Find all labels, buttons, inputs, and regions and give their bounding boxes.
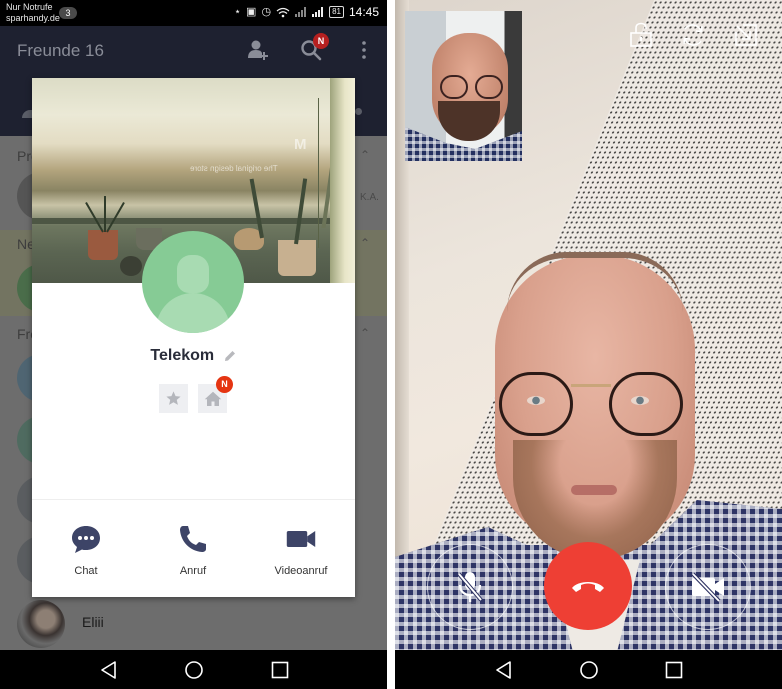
plant-pot — [278, 240, 316, 276]
page-title: Freunde 16 — [17, 41, 104, 60]
search-new-badge: N — [313, 33, 329, 49]
back-icon[interactable] — [99, 660, 119, 680]
contact-name: Telekom — [150, 347, 215, 364]
plant-pot — [88, 230, 118, 260]
profile-popup: M The original design store Telekom N Ch… — [32, 78, 355, 597]
status-icons: ⋆ ▣ ◷ 81 14:45 — [234, 5, 379, 19]
remote-glasses-bridge — [571, 384, 611, 387]
video-call-screen — [395, 0, 782, 689]
wifi-icon — [276, 7, 290, 17]
call-button[interactable]: Anruf — [148, 523, 238, 577]
nfc-icon: ▣ — [246, 6, 257, 18]
home-new-badge: N — [216, 376, 233, 393]
system-navigation-bar — [0, 650, 387, 689]
carrier-line-2: sparhandy.de — [6, 13, 60, 23]
carrier-line-1: Nur Notrufe — [6, 2, 53, 12]
remote-mouth — [571, 485, 617, 495]
divider — [32, 499, 355, 500]
screenshot-separator — [387, 0, 395, 689]
remote-glasses-lens — [499, 372, 573, 436]
friend-name: Eliii — [82, 614, 104, 630]
rotate-camera-icon[interactable] — [680, 22, 706, 48]
self-glasses-lens — [440, 75, 468, 99]
screenshot-stage: Nur Notrufe sparhandy.de 3 ⋆ ▣ ◷ 81 14:4… — [0, 0, 782, 689]
system-navigation-bar — [395, 650, 782, 689]
self-glasses-lens — [475, 75, 503, 99]
clock: 14:45 — [348, 5, 379, 19]
signal-icon — [312, 7, 324, 17]
lock-icon[interactable] — [628, 22, 654, 48]
list-item[interactable]: Eliii — [0, 596, 387, 650]
collapse-chevron-icon[interactable]: ⌃ — [360, 326, 370, 340]
cactus-stem — [294, 178, 308, 245]
phone-icon — [180, 526, 206, 552]
window-frame — [330, 78, 355, 283]
tab-indicator-dot — [355, 108, 362, 115]
row-status-text: K.A. — [360, 192, 379, 203]
chat-label: Chat — [74, 565, 98, 577]
chat-bubble-icon — [72, 526, 100, 553]
avatar — [17, 600, 65, 648]
home-nav-icon[interactable] — [184, 660, 204, 680]
add-friend-icon[interactable] — [247, 39, 269, 61]
recents-icon[interactable] — [270, 660, 290, 680]
recents-icon[interactable] — [664, 660, 684, 680]
home-icon — [204, 391, 221, 406]
minimize-icon[interactable] — [733, 22, 759, 48]
cover-watermark-logo: M — [294, 136, 307, 153]
status-bar: Nur Notrufe sparhandy.de 3 ⋆ ▣ ◷ 81 14:4… — [0, 0, 387, 26]
contact-name-row: Telekom — [32, 347, 355, 365]
avatar-head-shape — [177, 255, 209, 293]
star-icon — [166, 391, 181, 405]
battery-indicator: 81 — [329, 6, 344, 18]
mute-button[interactable] — [427, 544, 513, 630]
alarm-icon: ◷ — [261, 6, 272, 18]
cover-watermark-text: The original design store — [190, 164, 278, 173]
edit-pencil-icon[interactable] — [223, 349, 237, 363]
remote-glasses-lens — [609, 372, 683, 436]
collapse-chevron-icon[interactable]: ⌃ — [360, 148, 370, 162]
window-sill — [32, 218, 332, 224]
hangup-icon — [572, 582, 604, 592]
video-call-label: Videoanruf — [274, 565, 328, 577]
plant-stalk — [318, 98, 319, 248]
contact-avatar[interactable] — [142, 231, 244, 333]
call-label: Anruf — [179, 565, 207, 577]
notification-count-badge: 3 — [59, 7, 77, 19]
collapse-chevron-icon[interactable]: ⌃ — [360, 236, 370, 250]
camera-off-icon — [691, 572, 724, 602]
back-icon[interactable] — [494, 660, 514, 680]
remote-hair — [507, 252, 683, 312]
plant-leaf — [104, 196, 106, 232]
mic-off-icon — [457, 572, 483, 602]
friends-screen: Nur Notrufe sparhandy.de 3 ⋆ ▣ ◷ 81 14:4… — [0, 0, 387, 689]
more-vert-icon[interactable] — [359, 39, 369, 61]
video-camera-icon — [286, 531, 316, 547]
home-nav-icon[interactable] — [579, 660, 599, 680]
favorite-button[interactable] — [159, 384, 188, 413]
plant-pot — [120, 256, 142, 276]
signal-icon — [295, 7, 307, 17]
carrier-info: Nur Notrufe sparhandy.de — [6, 2, 60, 24]
chat-button[interactable]: Chat — [41, 523, 131, 577]
video-call-button[interactable]: Videoanruf — [256, 523, 346, 577]
bluetooth-icon: ⋆ — [234, 6, 242, 18]
hangup-button[interactable] — [544, 542, 632, 630]
self-view-preview[interactable] — [405, 11, 522, 161]
camera-toggle-button[interactable] — [665, 544, 751, 630]
avatar-shoulders-shape — [156, 293, 230, 333]
